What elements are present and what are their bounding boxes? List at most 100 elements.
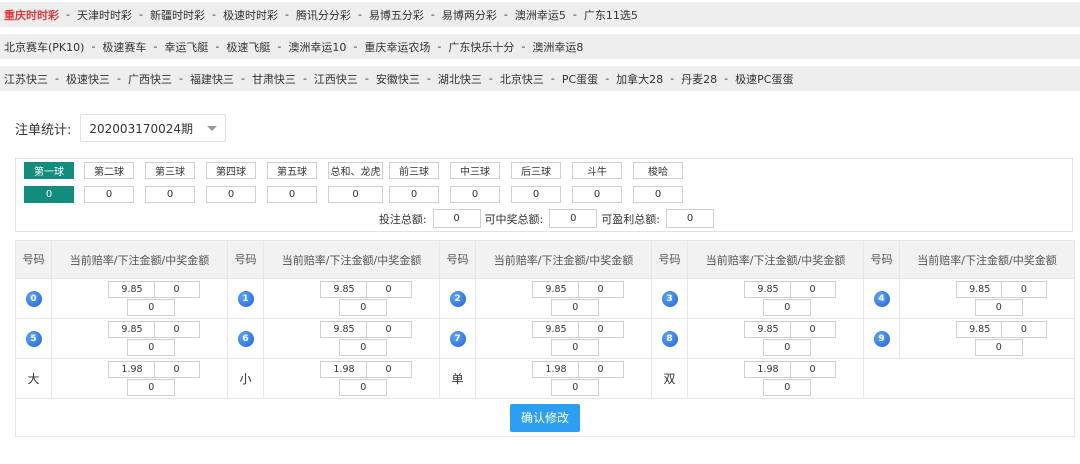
period-select[interactable]: 202003170024期 — [80, 114, 227, 142]
col-header-number: 号码 — [863, 240, 900, 279]
tab-ball-6[interactable]: 总和、龙虎 — [328, 162, 383, 179]
tab-ball-1[interactable]: 第一球 — [24, 162, 74, 179]
odds-input[interactable]: 9.85 — [955, 281, 1004, 298]
odds-input[interactable]: 1.98 — [744, 361, 792, 378]
nav-link[interactable]: 福建快三 — [190, 71, 234, 87]
bet-cell: 9.85 0 0 — [51, 278, 228, 319]
bet-cell: 1.98 0 0 — [51, 358, 228, 399]
bet-cell: 9.85 0 0 — [475, 278, 652, 319]
win-amount-input[interactable]: 0 — [127, 299, 176, 316]
odds-input[interactable]: 9.85 — [744, 281, 792, 298]
nav-separator: - — [302, 72, 307, 85]
odds-input[interactable]: 9.85 — [532, 321, 580, 338]
win-amount-input[interactable]: 0 — [127, 339, 176, 356]
bet-amount-input[interactable]: 0 — [153, 321, 200, 338]
tab-ball-5[interactable]: 第五球 — [267, 162, 317, 179]
bet-amount-input[interactable]: 0 — [577, 361, 624, 378]
odds-input[interactable]: 9.85 — [320, 281, 368, 298]
nav-link[interactable]: 重庆幸运农场 — [364, 39, 430, 55]
confirm-button[interactable]: 确认修改 — [510, 403, 580, 432]
nav-link[interactable]: 澳洲幸运8 — [532, 39, 583, 55]
bet-amount-input[interactable]: 0 — [1000, 321, 1047, 338]
bet-amount-input[interactable]: 0 — [789, 321, 836, 338]
nav-link[interactable]: 极速PC蛋蛋 — [735, 71, 793, 87]
nav-link[interactable]: 江西快三 — [314, 71, 358, 87]
nav-link[interactable]: 加拿大28 — [616, 71, 663, 87]
win-amount-input[interactable]: 0 — [974, 299, 1023, 316]
nav-link[interactable]: 极速飞艇 — [226, 39, 270, 55]
number-ball-icon: 9 — [873, 331, 890, 347]
tab-ball-10[interactable]: 斗牛 — [572, 162, 622, 179]
win-amount-input[interactable]: 0 — [974, 339, 1023, 356]
tab-ball-11[interactable]: 梭哈 — [633, 162, 683, 179]
win-amount-input[interactable]: 0 — [763, 299, 812, 316]
nav-link[interactable]: 广东11选5 — [584, 7, 638, 23]
table-header-row: 号码 当前赔率/下注金额/中奖金额 号码 当前赔率/下注金额/中奖金额 号码 当前赔率/下… — [15, 240, 1075, 279]
nav-link[interactable]: 北京赛车(PK10) — [4, 39, 84, 55]
tab-ball-3[interactable]: 第三球 — [145, 162, 195, 179]
bet-amount-input[interactable]: 0 — [789, 361, 836, 378]
nav-link[interactable]: 易博五分彩 — [369, 7, 424, 23]
number-ball-icon: 5 — [25, 331, 42, 347]
tab-ball-7[interactable]: 前三球 — [389, 162, 439, 179]
nav-link[interactable]: 极速快三 — [66, 71, 110, 87]
nav-link[interactable]: 江苏快三 — [4, 71, 48, 87]
period-select-value: 202003170024期 — [89, 121, 194, 136]
number-cell: 2 — [439, 278, 476, 319]
odds-input[interactable]: 9.85 — [532, 281, 580, 298]
bet-amount-input[interactable]: 0 — [577, 321, 624, 338]
win-amount-input[interactable]: 0 — [339, 299, 388, 316]
win-amount-input[interactable]: 0 — [551, 299, 600, 316]
tab-ball-2[interactable]: 第二球 — [84, 162, 134, 179]
win-amount-input[interactable]: 0 — [763, 339, 812, 356]
nav-link[interactable]: 易博两分彩 — [442, 7, 497, 23]
nav-separator: - — [357, 8, 362, 21]
nav-link[interactable]: 湖北快三 — [438, 71, 482, 87]
bet-amount-input[interactable]: 0 — [365, 281, 412, 298]
win-amount-input[interactable]: 0 — [551, 379, 600, 396]
lottery-nav-row-3: 江苏快三 - 极速快三 - 广西快三 - 福建快三 - 甘肃快三 - 江西快三 - 安徽快三 - 湖北快三 -… — [0, 66, 1080, 91]
nav-link[interactable]: 广东快乐十分 — [448, 39, 514, 55]
odds-input[interactable]: 1.98 — [108, 361, 156, 378]
nav-link[interactable]: 新疆时时彩 — [150, 7, 205, 23]
bet-amount-input[interactable]: 0 — [1000, 281, 1047, 298]
tab-ball-8[interactable]: 中三球 — [450, 162, 500, 179]
bet-amount-input[interactable]: 0 — [365, 321, 412, 338]
win-amount-input[interactable]: 0 — [127, 379, 176, 396]
odds-input[interactable]: 9.85 — [108, 281, 156, 298]
bet-amount-input[interactable]: 0 — [365, 361, 412, 378]
nav-link[interactable]: 安徽快三 — [376, 71, 420, 87]
nav-link[interactable]: 丹麦28 — [681, 71, 717, 87]
odds-input[interactable]: 9.85 — [744, 321, 792, 338]
nav-link[interactable]: 极速赛车 — [102, 39, 146, 55]
nav-link[interactable]: PC蛋蛋 — [562, 71, 598, 87]
win-amount-input[interactable]: 0 — [339, 379, 388, 396]
tab-ball-9[interactable]: 后三球 — [511, 162, 561, 179]
odds-input[interactable]: 9.85 — [955, 321, 1004, 338]
number-cell: 8 — [651, 318, 688, 359]
nav-link[interactable]: 澳洲幸运10 — [288, 39, 346, 55]
nav-link[interactable]: 腾讯分分彩 — [296, 7, 351, 23]
nav-link[interactable]: 极速时时彩 — [223, 7, 278, 23]
win-amount-input[interactable]: 0 — [339, 339, 388, 356]
odds-input[interactable]: 9.85 — [108, 321, 156, 338]
chevron-down-icon — [207, 125, 218, 131]
bet-amount-input[interactable]: 0 — [577, 281, 624, 298]
odds-input[interactable]: 1.98 — [320, 361, 368, 378]
nav-link[interactable]: 广西快三 — [128, 71, 172, 87]
bet-cell: 9.85 0 0 — [687, 318, 864, 359]
nav-link[interactable]: 幸运飞艇 — [164, 39, 208, 55]
odds-input[interactable]: 1.98 — [532, 361, 580, 378]
bet-amount-input[interactable]: 0 — [153, 281, 200, 298]
nav-link[interactable]: 北京快三 — [500, 71, 544, 87]
nav-link[interactable]: 天津时时彩 — [77, 7, 132, 23]
nav-link[interactable]: 澳洲幸运5 — [515, 7, 566, 23]
odds-input[interactable]: 9.85 — [320, 321, 368, 338]
tab-ball-4[interactable]: 第四球 — [206, 162, 256, 179]
bet-amount-input[interactable]: 0 — [153, 361, 200, 378]
win-amount-input[interactable]: 0 — [763, 379, 812, 396]
bet-amount-input[interactable]: 0 — [789, 281, 836, 298]
nav-link[interactable]: 甘肃快三 — [252, 71, 296, 87]
win-amount-input[interactable]: 0 — [551, 339, 600, 356]
nav-link[interactable]: 重庆时时彩 — [4, 7, 59, 23]
